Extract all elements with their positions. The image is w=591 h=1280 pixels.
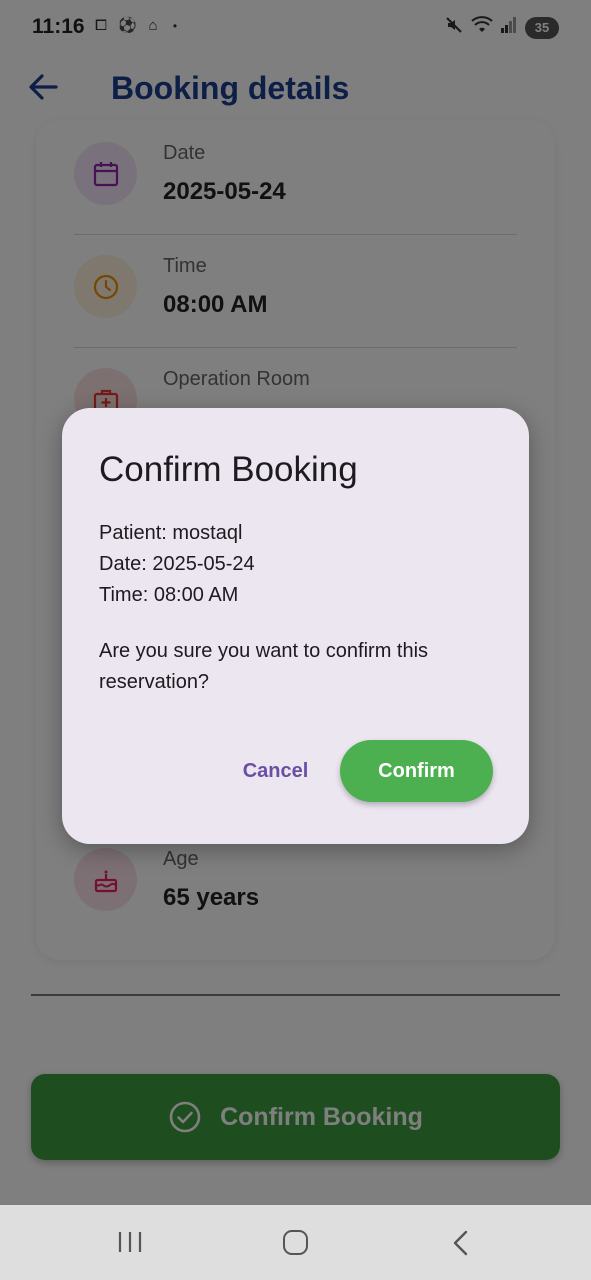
navigation-bar [0, 1205, 591, 1280]
dialog-title: Confirm Booking [99, 450, 358, 489]
dialog-patient: Patient: mostaql [99, 522, 243, 544]
screen: 11:16 ⧠ ⚽ ⌂ • 35 Booking details [0, 0, 591, 1205]
dialog-question: Are you sure you want to confirm this re… [99, 640, 429, 693]
cancel-button[interactable]: Cancel [228, 741, 323, 801]
dialog-time: Time: 08:00 AM [99, 584, 239, 606]
dialog-date: Date: 2025-05-24 [99, 553, 255, 575]
recents-icon[interactable] [117, 1230, 143, 1254]
back-icon[interactable] [450, 1230, 472, 1256]
confirm-button[interactable]: Confirm [340, 740, 493, 802]
home-icon[interactable] [283, 1230, 308, 1255]
confirm-dialog: Confirm Booking Patient: mostaql Date: 2… [62, 408, 529, 844]
